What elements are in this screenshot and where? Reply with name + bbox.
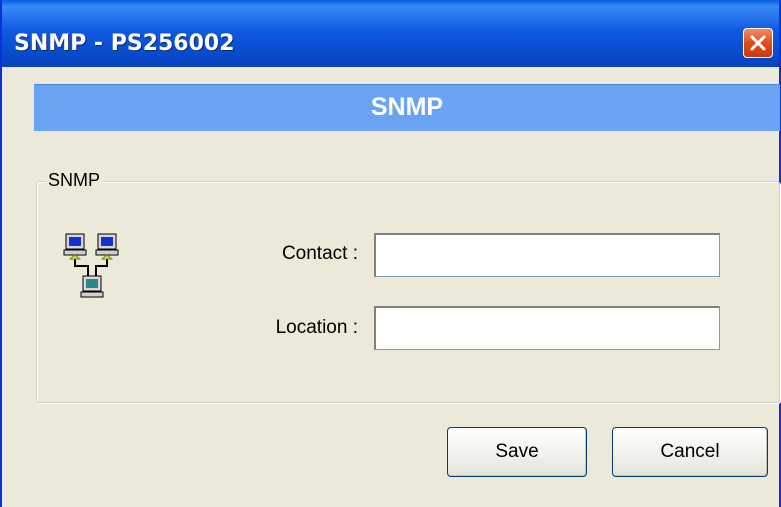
save-button-label: Save [495,441,539,462]
section-header-band: SNMP [34,84,780,131]
close-icon [750,35,766,51]
cancel-button[interactable]: Cancel [612,427,768,477]
close-button[interactable] [743,28,773,58]
snmp-groupbox [36,181,780,403]
snmp-dialog-window: SNMP - PS256002 SNMP SNMP Contact: Loca… [0,0,781,507]
groupbox-legend: SNMP [46,170,103,191]
cancel-button-label: Cancel [660,441,720,462]
location-input[interactable] [374,306,720,350]
contact-input[interactable] [374,233,720,277]
network-computers-icon [60,232,140,317]
location-label: Location : [275,317,358,338]
section-header-title: SNMP [370,93,444,121]
window-title: SNMP - PS256002 [14,31,235,56]
save-button[interactable]: Save [447,427,587,477]
title-bar[interactable]: SNMP - PS256002 [2,0,779,67]
contact-label: Contact : [281,243,358,264]
